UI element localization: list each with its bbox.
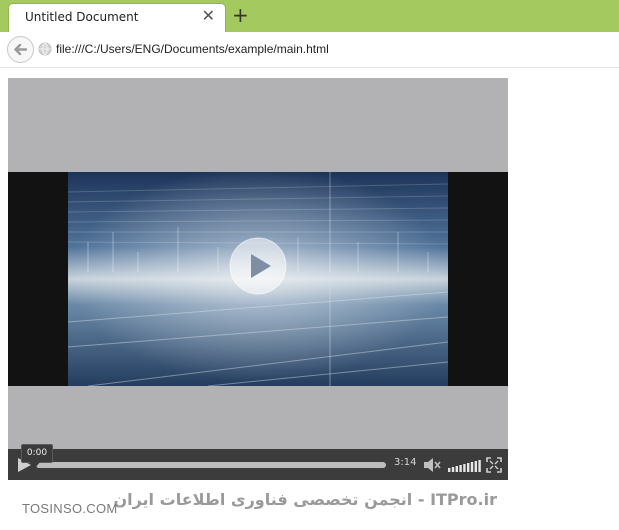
player-controls: 3:14 — [8, 449, 508, 480]
current-time-tooltip: 0:00 — [21, 444, 53, 468]
volume-segment — [463, 464, 466, 472]
browser-tab[interactable]: Untitled Document ✕ — [8, 3, 226, 32]
back-button[interactable] — [7, 36, 34, 63]
volume-segment — [448, 468, 451, 472]
video-player[interactable]: 3:14 0:00 — [8, 78, 508, 480]
duration-label: 3:14 — [394, 457, 417, 468]
close-tab-icon[interactable]: ✕ — [202, 7, 215, 25]
volume-icon[interactable] — [422, 456, 442, 474]
volume-segment — [478, 460, 481, 472]
watermark-persian: ITPro.ir - انجمن تخصصی فناوری اطلاعات ای… — [113, 490, 497, 509]
volume-segment — [474, 461, 477, 472]
volume-segment — [451, 467, 455, 472]
watermark-site: TOSINSO.COM — [22, 501, 118, 516]
page-globe-icon — [38, 42, 52, 56]
new-tab-button[interactable]: + — [232, 3, 249, 27]
volume-level-bar[interactable] — [448, 458, 482, 472]
volume-segment — [459, 465, 462, 472]
progress-bar[interactable] — [36, 462, 386, 468]
volume-segment — [455, 466, 458, 472]
volume-segment — [467, 463, 470, 472]
back-arrow-icon — [14, 43, 28, 56]
volume-segment — [470, 462, 474, 472]
big-play-icon[interactable] — [229, 237, 287, 295]
tab-title: Untitled Document — [25, 10, 139, 24]
fullscreen-icon[interactable] — [486, 457, 502, 473]
tab-strip: Untitled Document ✕ + — [0, 0, 619, 32]
address-bar[interactable] — [56, 38, 616, 60]
navigation-bar — [0, 32, 619, 68]
